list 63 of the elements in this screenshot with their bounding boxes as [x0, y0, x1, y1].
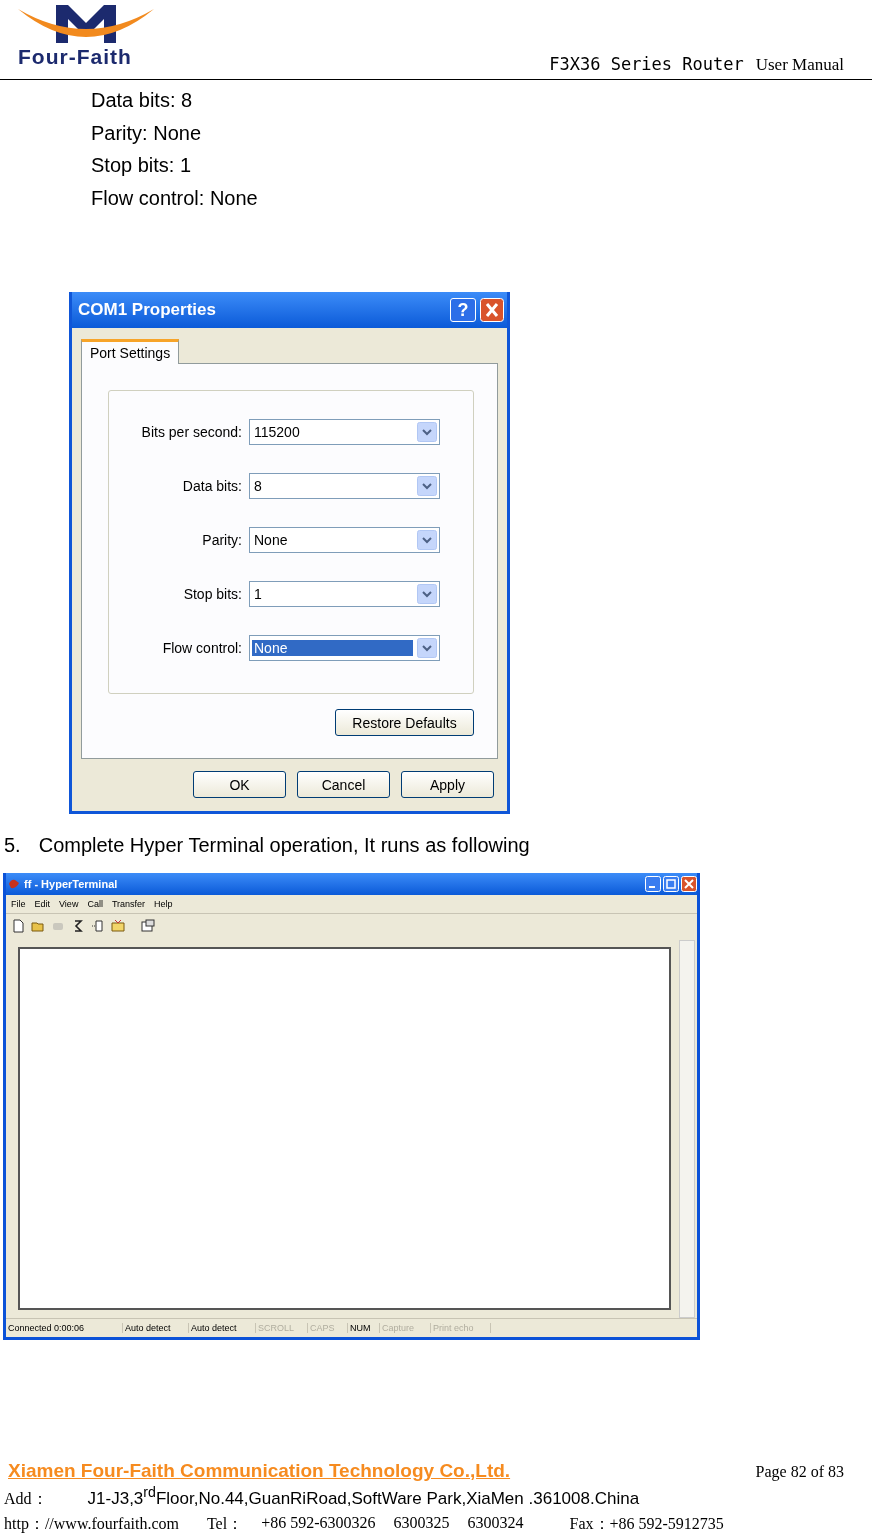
help-button[interactable]: ? [450, 298, 476, 322]
address-label: Add： [4, 1488, 48, 1509]
dropdown-value: 1 [253, 586, 263, 602]
field-label: Parity: [202, 532, 242, 548]
status-panel: Connected 0:00:06 [6, 1323, 123, 1333]
field-label: Data bits: [182, 478, 242, 494]
setting-line: Flow control: None [91, 185, 259, 211]
field-label: Stop bits: [183, 586, 242, 602]
page-number: Page 82 of 83 [755, 1463, 844, 1481]
dialog-button[interactable]: OK [193, 771, 286, 798]
step-number: 5. [4, 834, 21, 858]
setting-line: Parity: None [91, 120, 203, 146]
terminal-title: ff - HyperTerminal [24, 878, 119, 890]
menu-item[interactable]: Edit [34, 899, 51, 909]
minimize-icon[interactable] [645, 876, 661, 892]
menu-item[interactable]: File [11, 899, 26, 909]
dropdown-value: 8 [253, 478, 263, 494]
menu-item[interactable]: Call [87, 899, 103, 909]
dialog-title: COM1 Properties [78, 300, 216, 320]
field-label: Flow control: [162, 640, 242, 656]
dropdown-field[interactable]: 1 [249, 581, 440, 607]
company-name: Xiamen Four-Faith Communication Technology Co.,Ltd. [7, 1460, 512, 1482]
dropdown-field[interactable]: None [249, 527, 440, 553]
vertical-scrollbar[interactable] [679, 940, 695, 1318]
step-text: Complete Hyper Terminal operation, It runs as following [38, 834, 530, 858]
dropdown-field[interactable]: 8 [249, 473, 440, 499]
field-label: Bits per second: [141, 424, 242, 440]
logo-text: Four-Faith [18, 45, 132, 69]
status-panel: NUM [348, 1323, 380, 1333]
phone-number: +86 592-6300326 [261, 1513, 376, 1533]
close-icon[interactable] [479, 298, 505, 322]
menu-item[interactable]: Help [154, 899, 173, 909]
dialog-button[interactable]: Apply [401, 771, 494, 798]
dropdown-value: None [253, 532, 289, 548]
address-text: J1-J3,3$^{rd}$Floor,No.44,GuanRiRoad,SoftWare Park,XiaMen .361008.China [87, 1484, 640, 1509]
product-title: F3X36 Series Router [549, 54, 744, 74]
properties-icon[interactable] [141, 918, 155, 933]
close-icon[interactable] [681, 876, 697, 892]
dropdown-value: 115200 [253, 424, 301, 440]
dropdown-value: None [252, 640, 413, 656]
app-icon [8, 878, 20, 890]
status-panel: Auto detect [123, 1323, 189, 1333]
send-file-icon[interactable] [91, 918, 105, 933]
maximize-icon[interactable] [663, 876, 679, 892]
menu-item[interactable]: Transfer [111, 899, 146, 909]
logo-icon [18, 5, 154, 43]
phone-number: 6300325 [393, 1513, 450, 1533]
new-document-icon[interactable] [11, 918, 25, 933]
document-type: User Manual [755, 55, 844, 75]
setting-line: Stop bits: 1 [91, 153, 193, 178]
status-panel: Auto detect [189, 1323, 256, 1333]
dialog-tab[interactable]: Port Settings [81, 339, 180, 364]
restore-defaults-button[interactable]: Restore Defaults [335, 709, 474, 736]
fax-text: Fax：+86 592-5912735 [569, 1513, 724, 1534]
dialog-button[interactable]: Cancel [297, 771, 390, 798]
dropdown-field[interactable]: None [249, 635, 440, 661]
phone-number: 6300324 [467, 1513, 524, 1533]
website-text: http：//www.fourfaith.com [4, 1513, 179, 1534]
receive-folder-icon[interactable] [111, 918, 125, 933]
setting-line: Data bits: 8 [91, 88, 194, 113]
tel-label: Tel： [206, 1513, 244, 1534]
menu-item[interactable]: View [59, 899, 79, 909]
dropdown-field[interactable]: 115200 [249, 419, 440, 445]
